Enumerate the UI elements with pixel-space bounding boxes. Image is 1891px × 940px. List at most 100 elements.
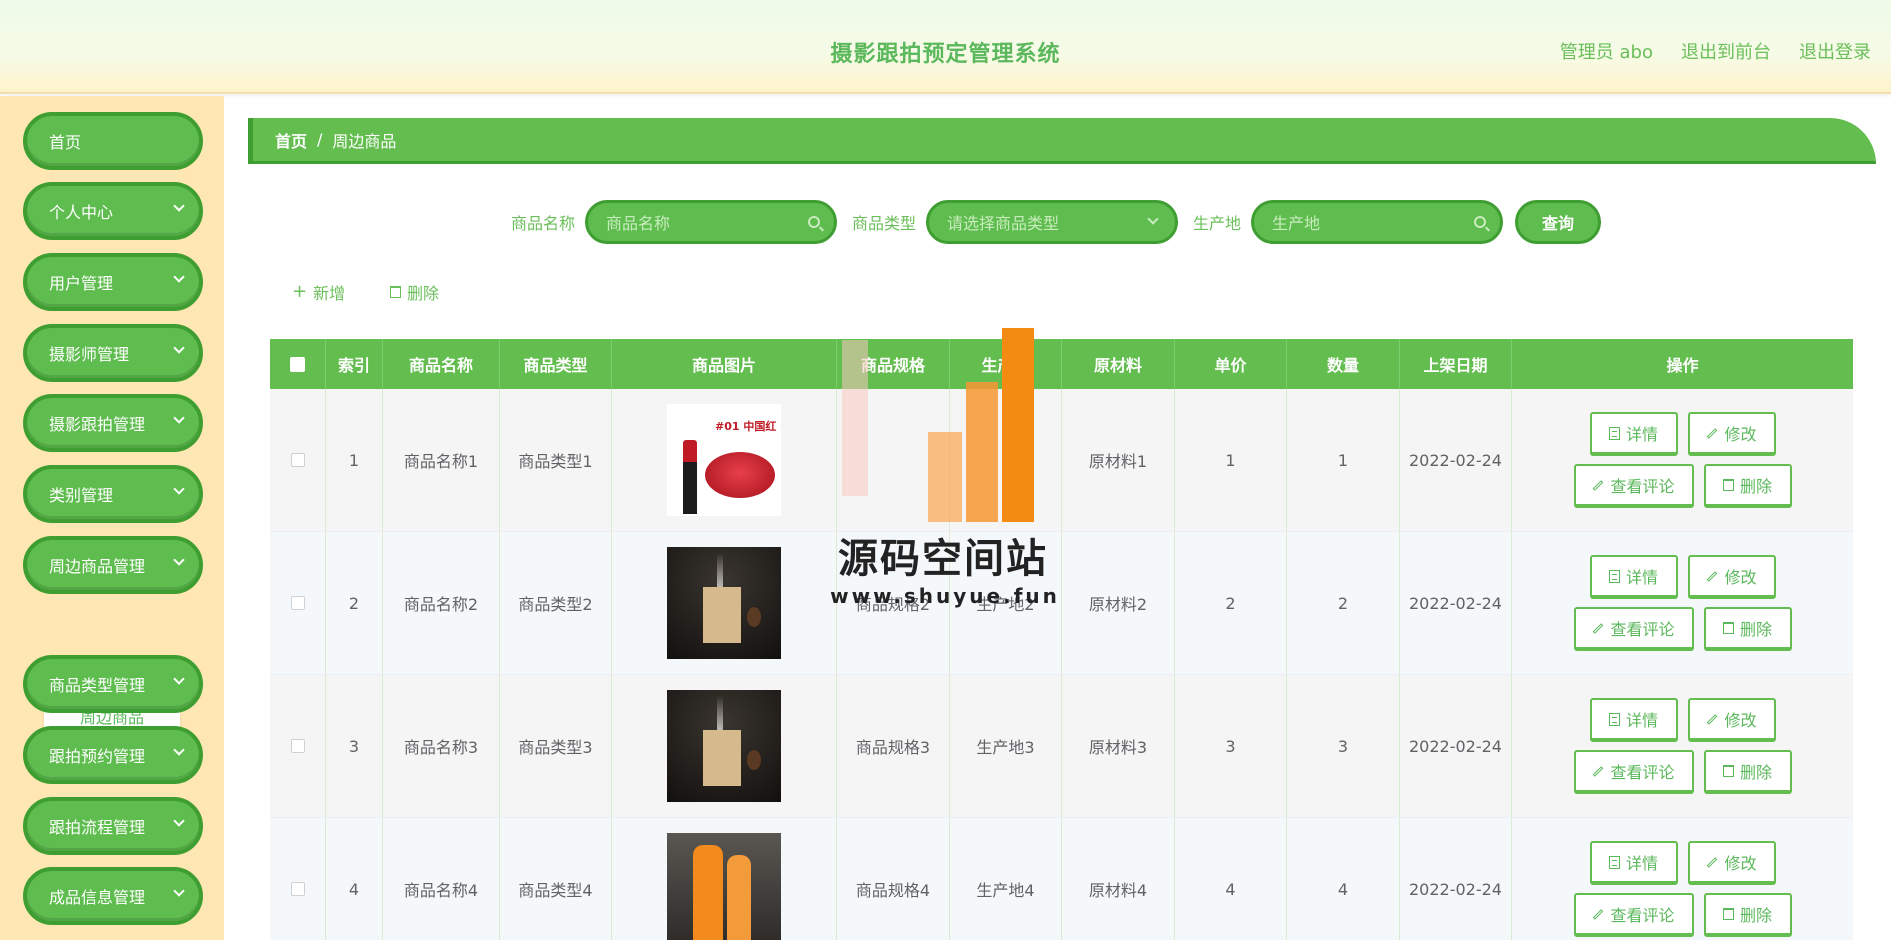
cell-origin: 生产地2 <box>950 532 1062 674</box>
view-comments-label: 查看评论 <box>1610 763 1675 782</box>
skincare-product-image[interactable] <box>667 833 781 940</box>
select-all-checkbox[interactable] <box>290 356 305 372</box>
search-origin-input[interactable]: 生产地 <box>1251 200 1504 244</box>
search-type-group: 商品类型 请选择商品类型 <box>852 200 1179 244</box>
add-button[interactable]: + 新增 <box>292 280 345 304</box>
detail-button[interactable]: 详情 <box>1589 841 1678 885</box>
table-row: 2 商品名称2 商品类型2 商品规格2 生产地2 原材料2 2 2 2022-0… <box>270 532 1853 675</box>
cell-spec: 商品规格3 <box>837 675 950 817</box>
table-header: 索引 商品名称 商品类型 商品图片 商品规格 生产地 原材料 单价 数量 上架日… <box>270 339 1853 389</box>
sidebar-item-personal-center[interactable]: 个人中心 <box>23 182 203 240</box>
detail-button[interactable]: 详情 <box>1589 698 1678 742</box>
view-comments-label: 查看评论 <box>1610 620 1675 639</box>
view-comments-label: 查看评论 <box>1610 477 1675 496</box>
delete-label: 删除 <box>1739 763 1772 782</box>
incense-product-image[interactable] <box>667 547 781 659</box>
breadcrumb-separator: / <box>317 130 323 149</box>
edit-label: 修改 <box>1724 425 1757 444</box>
view-comments-button[interactable]: 查看评论 <box>1573 750 1694 794</box>
sidebar-item-label: 商品类型管理 <box>49 676 146 695</box>
admin-user-label[interactable]: 管理员 abo <box>1560 38 1653 64</box>
delete-button[interactable]: 删除 <box>1703 464 1792 508</box>
sidebar-item-category-management[interactable]: 类别管理 <box>23 465 203 523</box>
col-origin: 生产地 <box>950 339 1062 389</box>
chevron-down-icon <box>173 483 185 495</box>
delete-button[interactable]: 删除 <box>1703 750 1792 794</box>
search-type-select[interactable]: 请选择商品类型 <box>926 200 1179 244</box>
table-body: 1 商品名称1 商品类型1 #01 中国红 原材料1 1 1 2022-02-2… <box>270 389 1853 940</box>
pencil-icon <box>1593 622 1604 634</box>
sidebar-item-product-info-management[interactable]: 成品信息管理 <box>23 867 203 925</box>
plus-icon: + <box>292 281 308 302</box>
sidebar-item-user-management[interactable]: 用户管理 <box>23 253 203 311</box>
sidebar-item-merchandise-management[interactable]: 周边商品管理 <box>23 536 203 594</box>
chevron-down-icon <box>173 744 185 756</box>
sidebar-item-booking-management[interactable]: 跟拍预约管理 <box>23 726 203 784</box>
exit-to-front-link[interactable]: 退出到前台 <box>1681 38 1771 64</box>
cell-qty: 2 <box>1287 532 1400 674</box>
row-checkbox[interactable] <box>290 596 305 610</box>
cell-type: 商品类型4 <box>500 818 612 940</box>
sidebar-item-product-type-management[interactable]: 商品类型管理 <box>23 655 203 713</box>
search-name-label: 商品名称 <box>511 214 576 233</box>
chevron-down-icon <box>173 342 185 354</box>
pencil-icon <box>1593 765 1604 777</box>
cell-actions: 详情 修改 查看评论 删除 <box>1512 818 1853 940</box>
edit-button[interactable]: 修改 <box>1687 412 1776 456</box>
col-name: 商品名称 <box>383 339 500 389</box>
view-comments-button[interactable]: 查看评论 <box>1573 893 1694 937</box>
cell-material: 原材料3 <box>1062 675 1175 817</box>
view-comments-button[interactable]: 查看评论 <box>1573 607 1694 651</box>
header-nav: 管理员 abo 退出到前台 退出登录 <box>1560 38 1871 64</box>
cell-name: 商品名称2 <box>383 532 500 674</box>
search-icon <box>1474 216 1487 228</box>
cell-actions: 详情 修改 查看评论 删除 <box>1512 532 1853 674</box>
edit-label: 修改 <box>1724 854 1757 873</box>
edit-button[interactable]: 修改 <box>1687 698 1776 742</box>
search-name-input[interactable]: 商品名称 <box>585 200 838 244</box>
edit-button[interactable]: 修改 <box>1687 841 1776 885</box>
delete-button[interactable]: 删除 <box>1703 893 1792 937</box>
cell-image <box>612 675 837 817</box>
breadcrumb-home[interactable]: 首页 <box>275 128 307 152</box>
lipstick-product-image[interactable]: #01 中国红 <box>667 404 781 516</box>
logout-link[interactable]: 退出登录 <box>1799 38 1871 64</box>
cell-origin <box>950 389 1062 531</box>
incense-product-image[interactable] <box>667 690 781 802</box>
select-all-cell <box>270 339 326 389</box>
sidebar-item-home[interactable]: 首页 <box>23 112 203 170</box>
pencil-icon <box>1707 856 1718 868</box>
sidebar-item-label: 摄影师管理 <box>49 345 130 364</box>
pencil-icon <box>1707 713 1718 725</box>
cell-origin: 生产地4 <box>950 818 1062 940</box>
query-button[interactable]: 查询 <box>1515 200 1601 244</box>
row-checkbox[interactable] <box>290 882 305 896</box>
cell-index: 2 <box>326 532 383 674</box>
cell-price: 3 <box>1175 675 1287 817</box>
detail-button[interactable]: 详情 <box>1589 555 1678 599</box>
cell-qty: 4 <box>1287 818 1400 940</box>
cell-image: #01 中国红 <box>612 389 837 531</box>
sidebar: 首页 个人中心 用户管理 摄影师管理 摄影跟拍管理 类别管理 周边商品管理 周边… <box>0 96 224 940</box>
search-name-group: 商品名称 商品名称 <box>511 200 838 244</box>
sidebar-item-photo-follow-management[interactable]: 摄影跟拍管理 <box>23 394 203 452</box>
chevron-down-icon <box>173 554 185 566</box>
bulk-delete-button[interactable]: 删除 <box>390 280 439 304</box>
cell-name: 商品名称4 <box>383 818 500 940</box>
detail-button[interactable]: 详情 <box>1589 412 1678 456</box>
row-checkbox[interactable] <box>290 739 305 753</box>
edit-button[interactable]: 修改 <box>1687 555 1776 599</box>
row-checkbox[interactable] <box>290 453 305 467</box>
table-row: 4 商品名称4 商品类型4 商品规格4 生产地4 原材料4 4 4 2022-0… <box>270 818 1853 940</box>
delete-button[interactable]: 删除 <box>1703 607 1792 651</box>
search-type-label: 商品类型 <box>852 214 917 233</box>
document-icon <box>1608 426 1620 440</box>
cell-index: 3 <box>326 675 383 817</box>
cell-qty: 1 <box>1287 389 1400 531</box>
col-material: 原材料 <box>1062 339 1175 389</box>
sidebar-item-photographer-management[interactable]: 摄影师管理 <box>23 324 203 382</box>
pencil-icon <box>1707 570 1718 582</box>
sidebar-item-process-management[interactable]: 跟拍流程管理 <box>23 797 203 855</box>
view-comments-button[interactable]: 查看评论 <box>1573 464 1694 508</box>
document-icon <box>1608 712 1620 726</box>
